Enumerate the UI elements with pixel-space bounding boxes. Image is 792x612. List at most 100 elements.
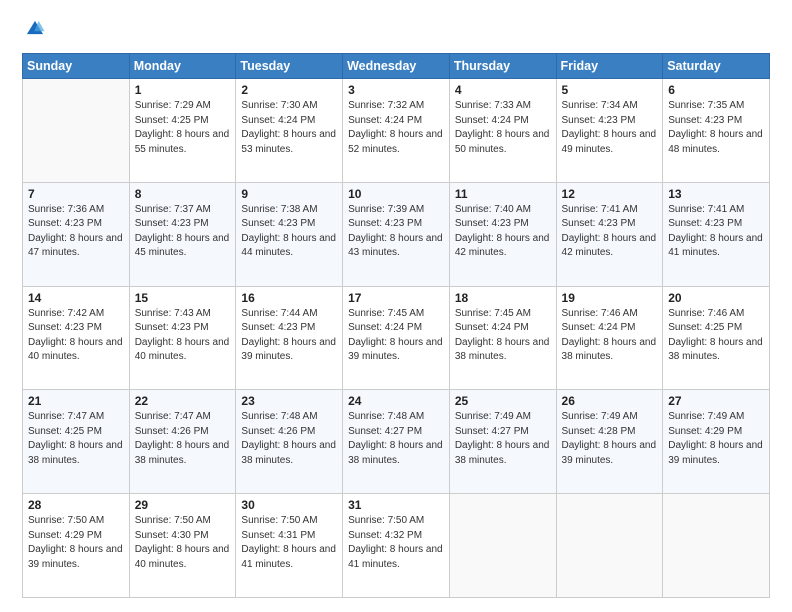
day-number: 8 <box>135 187 231 201</box>
day-number: 25 <box>455 394 551 408</box>
day-number: 23 <box>241 394 337 408</box>
day-number: 15 <box>135 291 231 305</box>
day-info: Sunrise: 7:34 AMSunset: 4:23 PMDaylight:… <box>562 99 658 157</box>
day-number: 16 <box>241 291 337 305</box>
calendar-cell: 25 Sunrise: 7:49 AMSunset: 4:27 PMDaylig… <box>449 390 556 494</box>
week-row-2: 7 Sunrise: 7:36 AMSunset: 4:23 PMDayligh… <box>23 182 770 286</box>
weekday-header-sunday: Sunday <box>23 54 130 79</box>
day-number: 30 <box>241 498 337 512</box>
day-info: Sunrise: 7:36 AMSunset: 4:23 PMDaylight:… <box>28 203 124 261</box>
day-number: 2 <box>241 83 337 97</box>
calendar-cell: 23 Sunrise: 7:48 AMSunset: 4:26 PMDaylig… <box>236 390 343 494</box>
calendar-cell: 28 Sunrise: 7:50 AMSunset: 4:29 PMDaylig… <box>23 494 130 598</box>
day-number: 20 <box>668 291 764 305</box>
calendar-cell: 8 Sunrise: 7:37 AMSunset: 4:23 PMDayligh… <box>129 182 236 286</box>
calendar-cell: 24 Sunrise: 7:48 AMSunset: 4:27 PMDaylig… <box>343 390 450 494</box>
week-row-1: 1 Sunrise: 7:29 AMSunset: 4:25 PMDayligh… <box>23 79 770 183</box>
calendar-cell: 5 Sunrise: 7:34 AMSunset: 4:23 PMDayligh… <box>556 79 663 183</box>
day-info: Sunrise: 7:44 AMSunset: 4:23 PMDaylight:… <box>241 307 337 365</box>
day-number: 5 <box>562 83 658 97</box>
day-number: 1 <box>135 83 231 97</box>
day-info: Sunrise: 7:39 AMSunset: 4:23 PMDaylight:… <box>348 203 444 261</box>
week-row-4: 21 Sunrise: 7:47 AMSunset: 4:25 PMDaylig… <box>23 390 770 494</box>
day-number: 7 <box>28 187 124 201</box>
day-number: 31 <box>348 498 444 512</box>
weekday-header-friday: Friday <box>556 54 663 79</box>
calendar-cell: 27 Sunrise: 7:49 AMSunset: 4:29 PMDaylig… <box>663 390 770 494</box>
day-number: 9 <box>241 187 337 201</box>
calendar-table: SundayMondayTuesdayWednesdayThursdayFrid… <box>22 53 770 598</box>
day-number: 28 <box>28 498 124 512</box>
calendar-cell: 14 Sunrise: 7:42 AMSunset: 4:23 PMDaylig… <box>23 286 130 390</box>
page: SundayMondayTuesdayWednesdayThursdayFrid… <box>0 0 792 612</box>
day-number: 21 <box>28 394 124 408</box>
calendar-cell: 15 Sunrise: 7:43 AMSunset: 4:23 PMDaylig… <box>129 286 236 390</box>
calendar-cell: 30 Sunrise: 7:50 AMSunset: 4:31 PMDaylig… <box>236 494 343 598</box>
day-info: Sunrise: 7:50 AMSunset: 4:31 PMDaylight:… <box>241 514 337 572</box>
day-info: Sunrise: 7:37 AMSunset: 4:23 PMDaylight:… <box>135 203 231 261</box>
day-info: Sunrise: 7:32 AMSunset: 4:24 PMDaylight:… <box>348 99 444 157</box>
week-row-5: 28 Sunrise: 7:50 AMSunset: 4:29 PMDaylig… <box>23 494 770 598</box>
day-number: 10 <box>348 187 444 201</box>
day-info: Sunrise: 7:45 AMSunset: 4:24 PMDaylight:… <box>455 307 551 365</box>
day-info: Sunrise: 7:33 AMSunset: 4:24 PMDaylight:… <box>455 99 551 157</box>
weekday-header-monday: Monday <box>129 54 236 79</box>
day-number: 11 <box>455 187 551 201</box>
day-number: 29 <box>135 498 231 512</box>
day-number: 12 <box>562 187 658 201</box>
day-info: Sunrise: 7:47 AMSunset: 4:26 PMDaylight:… <box>135 410 231 468</box>
header <box>22 18 770 45</box>
weekday-header-row: SundayMondayTuesdayWednesdayThursdayFrid… <box>23 54 770 79</box>
day-info: Sunrise: 7:49 AMSunset: 4:29 PMDaylight:… <box>668 410 764 468</box>
calendar-cell: 31 Sunrise: 7:50 AMSunset: 4:32 PMDaylig… <box>343 494 450 598</box>
day-number: 26 <box>562 394 658 408</box>
day-info: Sunrise: 7:49 AMSunset: 4:28 PMDaylight:… <box>562 410 658 468</box>
calendar-cell: 3 Sunrise: 7:32 AMSunset: 4:24 PMDayligh… <box>343 79 450 183</box>
day-info: Sunrise: 7:40 AMSunset: 4:23 PMDaylight:… <box>455 203 551 261</box>
day-info: Sunrise: 7:50 AMSunset: 4:32 PMDaylight:… <box>348 514 444 572</box>
day-number: 17 <box>348 291 444 305</box>
day-number: 24 <box>348 394 444 408</box>
calendar-cell <box>556 494 663 598</box>
weekday-header-thursday: Thursday <box>449 54 556 79</box>
day-info: Sunrise: 7:42 AMSunset: 4:23 PMDaylight:… <box>28 307 124 365</box>
day-number: 14 <box>28 291 124 305</box>
day-number: 13 <box>668 187 764 201</box>
day-info: Sunrise: 7:41 AMSunset: 4:23 PMDaylight:… <box>668 203 764 261</box>
day-number: 22 <box>135 394 231 408</box>
calendar-cell: 7 Sunrise: 7:36 AMSunset: 4:23 PMDayligh… <box>23 182 130 286</box>
day-info: Sunrise: 7:50 AMSunset: 4:29 PMDaylight:… <box>28 514 124 572</box>
day-info: Sunrise: 7:45 AMSunset: 4:24 PMDaylight:… <box>348 307 444 365</box>
calendar-cell: 29 Sunrise: 7:50 AMSunset: 4:30 PMDaylig… <box>129 494 236 598</box>
calendar-cell: 1 Sunrise: 7:29 AMSunset: 4:25 PMDayligh… <box>129 79 236 183</box>
calendar-cell: 11 Sunrise: 7:40 AMSunset: 4:23 PMDaylig… <box>449 182 556 286</box>
calendar-cell: 4 Sunrise: 7:33 AMSunset: 4:24 PMDayligh… <box>449 79 556 183</box>
day-info: Sunrise: 7:49 AMSunset: 4:27 PMDaylight:… <box>455 410 551 468</box>
day-info: Sunrise: 7:47 AMSunset: 4:25 PMDaylight:… <box>28 410 124 468</box>
calendar-cell: 19 Sunrise: 7:46 AMSunset: 4:24 PMDaylig… <box>556 286 663 390</box>
day-number: 18 <box>455 291 551 305</box>
calendar-cell: 6 Sunrise: 7:35 AMSunset: 4:23 PMDayligh… <box>663 79 770 183</box>
day-number: 4 <box>455 83 551 97</box>
calendar-cell: 10 Sunrise: 7:39 AMSunset: 4:23 PMDaylig… <box>343 182 450 286</box>
calendar-cell: 21 Sunrise: 7:47 AMSunset: 4:25 PMDaylig… <box>23 390 130 494</box>
day-number: 3 <box>348 83 444 97</box>
logo <box>22 18 46 45</box>
weekday-header-tuesday: Tuesday <box>236 54 343 79</box>
day-info: Sunrise: 7:48 AMSunset: 4:26 PMDaylight:… <box>241 410 337 468</box>
day-info: Sunrise: 7:50 AMSunset: 4:30 PMDaylight:… <box>135 514 231 572</box>
weekday-header-saturday: Saturday <box>663 54 770 79</box>
calendar-cell: 20 Sunrise: 7:46 AMSunset: 4:25 PMDaylig… <box>663 286 770 390</box>
day-info: Sunrise: 7:46 AMSunset: 4:24 PMDaylight:… <box>562 307 658 365</box>
day-info: Sunrise: 7:29 AMSunset: 4:25 PMDaylight:… <box>135 99 231 157</box>
day-info: Sunrise: 7:43 AMSunset: 4:23 PMDaylight:… <box>135 307 231 365</box>
day-info: Sunrise: 7:48 AMSunset: 4:27 PMDaylight:… <box>348 410 444 468</box>
calendar-cell: 13 Sunrise: 7:41 AMSunset: 4:23 PMDaylig… <box>663 182 770 286</box>
calendar-cell: 16 Sunrise: 7:44 AMSunset: 4:23 PMDaylig… <box>236 286 343 390</box>
calendar-cell <box>663 494 770 598</box>
calendar-cell <box>23 79 130 183</box>
weekday-header-wednesday: Wednesday <box>343 54 450 79</box>
logo-icon <box>24 18 46 40</box>
calendar-cell: 22 Sunrise: 7:47 AMSunset: 4:26 PMDaylig… <box>129 390 236 494</box>
calendar-cell: 2 Sunrise: 7:30 AMSunset: 4:24 PMDayligh… <box>236 79 343 183</box>
